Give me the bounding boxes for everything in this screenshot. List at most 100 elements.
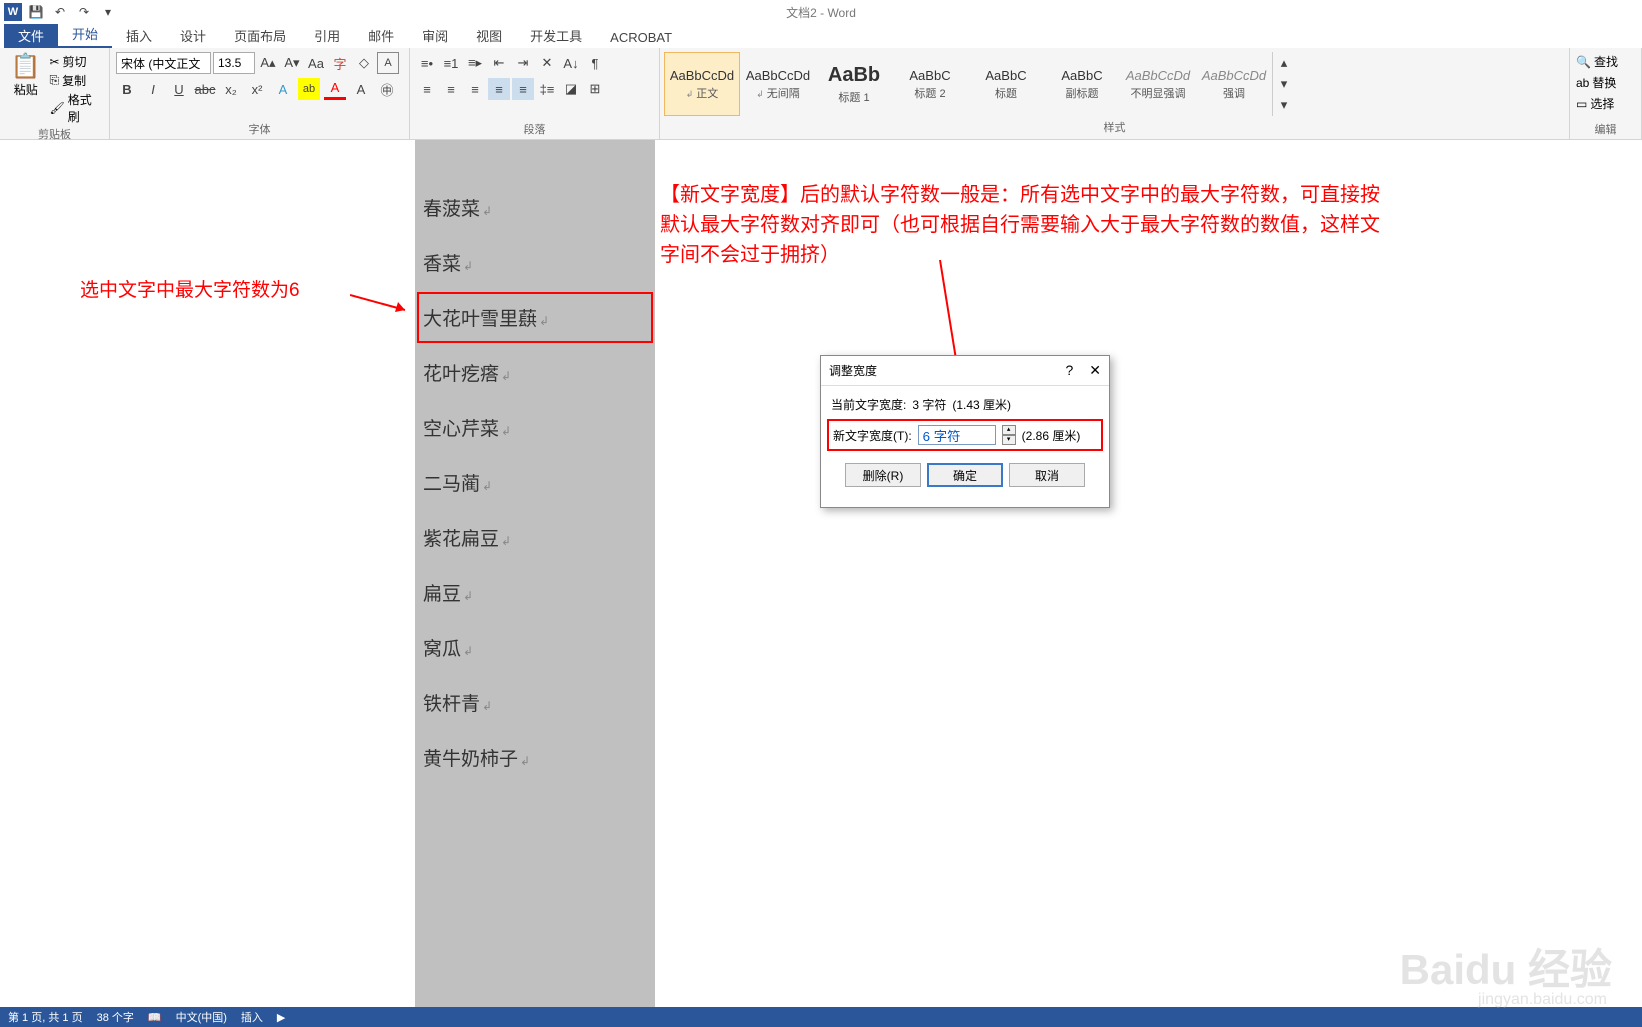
dialog-close-icon[interactable]: ✕	[1089, 362, 1101, 379]
font-color-icon[interactable]: A	[324, 78, 346, 100]
shrink-font-icon[interactable]: A▾	[281, 52, 303, 74]
styles-more-icon[interactable]: ▴	[1273, 52, 1295, 73]
change-case-icon[interactable]: Aa	[305, 52, 327, 74]
undo-icon[interactable]: ↶	[50, 2, 70, 22]
distribute-icon[interactable]: ≡	[512, 78, 534, 100]
align-left-icon[interactable]: ≡	[416, 78, 438, 100]
tab-insert[interactable]: 插入	[112, 23, 166, 48]
styles-expand-icon[interactable]: ▾	[1273, 94, 1295, 115]
spinner[interactable]: ▴▾	[1002, 425, 1016, 445]
numbering-icon[interactable]: ≡1	[440, 52, 462, 74]
tab-developer[interactable]: 开发工具	[516, 23, 596, 48]
bullets-icon[interactable]: ≡•	[416, 52, 438, 74]
align-center-icon[interactable]: ≡	[440, 78, 462, 100]
status-page[interactable]: 第 1 页, 共 1 页	[8, 1009, 83, 1025]
decrease-indent-icon[interactable]: ⇤	[488, 52, 510, 74]
bold-button[interactable]: B	[116, 78, 138, 100]
superscript-button[interactable]: x²	[246, 78, 268, 100]
align-right-icon[interactable]: ≡	[464, 78, 486, 100]
tab-review[interactable]: 审阅	[408, 23, 462, 48]
style-subtitle[interactable]: AaBbC副标题	[1044, 52, 1120, 116]
style-title[interactable]: AaBbC标题	[968, 52, 1044, 116]
style-subtle-emphasis[interactable]: AaBbCcDd不明显强调	[1120, 52, 1196, 116]
spinner-up-icon[interactable]: ▴	[1002, 425, 1016, 435]
styles-gallery[interactable]: AaBbCcDd↲ 正文 AaBbCcDd↲ 无间隔 AaBb标题 1 AaBb…	[664, 52, 1565, 116]
replace-icon: ab	[1576, 76, 1589, 90]
tab-layout[interactable]: 页面布局	[220, 23, 300, 48]
doc-line[interactable]: 扁豆↲	[415, 565, 655, 620]
new-width-input[interactable]	[918, 425, 996, 445]
tab-file[interactable]: 文件	[4, 23, 58, 48]
sort-icon[interactable]: A↓	[560, 52, 582, 74]
status-proofing-icon[interactable]: 📖	[148, 1011, 162, 1024]
tab-design[interactable]: 设计	[166, 23, 220, 48]
doc-line[interactable]: 二马蔺↲	[415, 455, 655, 510]
doc-line-highlighted[interactable]: 大花叶雪里蕻↲	[415, 290, 655, 345]
style-no-spacing[interactable]: AaBbCcDd↲ 无间隔	[740, 52, 816, 116]
cancel-button[interactable]: 取消	[1009, 463, 1085, 487]
qat-dropdown-icon[interactable]: ▾	[98, 2, 118, 22]
show-marks-icon[interactable]: ¶	[584, 52, 606, 74]
paste-icon: 📋	[11, 52, 41, 81]
status-macro-icon[interactable]: ▶	[277, 1011, 285, 1024]
tab-home[interactable]: 开始	[58, 21, 112, 48]
doc-line[interactable]: 花叶疙瘩↲	[415, 345, 655, 400]
tab-references[interactable]: 引用	[300, 23, 354, 48]
cut-button[interactable]: ✂剪切	[49, 52, 103, 71]
subscript-button[interactable]: x₂	[220, 78, 242, 100]
doc-line[interactable]: 铁杆青↲	[415, 675, 655, 730]
tab-mailings[interactable]: 邮件	[354, 23, 408, 48]
status-language[interactable]: 中文(中国)	[176, 1009, 227, 1025]
highlight-icon[interactable]: ab	[298, 78, 320, 100]
find-button[interactable]: 🔍查找	[1576, 52, 1635, 71]
redo-icon[interactable]: ↷	[74, 2, 94, 22]
char-border-icon[interactable]: A	[377, 52, 399, 74]
select-button[interactable]: ▭选择	[1576, 94, 1635, 113]
paste-button[interactable]: 📋 粘贴	[6, 52, 45, 126]
copy-button[interactable]: ⎘复制	[49, 71, 103, 90]
ok-button[interactable]: 确定	[927, 463, 1003, 487]
style-heading2[interactable]: AaBbC标题 2	[892, 52, 968, 116]
status-mode[interactable]: 插入	[241, 1009, 263, 1025]
line-spacing-icon[interactable]: ‡≡	[536, 78, 558, 100]
style-emphasis[interactable]: AaBbCcDd强调	[1196, 52, 1272, 116]
enclose-char-icon[interactable]: ㊥	[376, 78, 398, 100]
font-size-input[interactable]	[213, 52, 255, 74]
grow-font-icon[interactable]: A▴	[257, 52, 279, 74]
doc-line[interactable]: 紫花扁豆↲	[415, 510, 655, 565]
save-icon[interactable]: 💾	[26, 2, 46, 22]
styles-more-icon[interactable]: ▾	[1273, 73, 1295, 94]
replace-button[interactable]: ab替换	[1576, 73, 1635, 92]
status-words[interactable]: 38 个字	[97, 1009, 134, 1025]
dialog-titlebar[interactable]: 调整宽度 ? ✕	[821, 356, 1109, 386]
italic-button[interactable]: I	[142, 78, 164, 100]
shading-icon[interactable]: ◪	[560, 78, 582, 100]
dialog-help-icon[interactable]: ?	[1065, 362, 1073, 379]
multilevel-icon[interactable]: ≡▸	[464, 52, 486, 74]
borders-icon[interactable]: ⊞	[584, 78, 606, 100]
underline-button[interactable]: U	[168, 78, 190, 100]
doc-line[interactable]: 窝瓜↲	[415, 620, 655, 675]
format-painter-button[interactable]: 🖌格式刷	[49, 90, 103, 126]
strike-button[interactable]: abc	[194, 78, 216, 100]
phonetic-guide-icon[interactable]: 字	[329, 52, 351, 74]
clear-format-icon[interactable]: ◇	[353, 52, 375, 74]
tab-acrobat[interactable]: ACROBAT	[596, 27, 686, 48]
style-normal[interactable]: AaBbCcDd↲ 正文	[664, 52, 740, 116]
text-effects-icon[interactable]: A	[272, 78, 294, 100]
delete-button[interactable]: 删除(R)	[845, 463, 921, 487]
increase-indent-icon[interactable]: ⇥	[512, 52, 534, 74]
doc-line[interactable]: 春菠菜↲	[415, 180, 655, 235]
document-area[interactable]: 春菠菜↲ 香菜↲ 大花叶雪里蕻↲ 花叶疙瘩↲ 空心芹菜↲ 二马蔺↲ 紫花扁豆↲ …	[0, 140, 1642, 1007]
spinner-down-icon[interactable]: ▾	[1002, 435, 1016, 445]
doc-line[interactable]: 香菜↲	[415, 235, 655, 290]
font-family-input[interactable]	[116, 52, 211, 74]
ribbon-tabs: 文件 开始 插入 设计 页面布局 引用 邮件 审阅 视图 开发工具 ACROBA…	[0, 24, 1642, 48]
tab-view[interactable]: 视图	[462, 23, 516, 48]
style-heading1[interactable]: AaBb标题 1	[816, 52, 892, 116]
asian-layout-icon[interactable]: ✕	[536, 52, 558, 74]
justify-icon[interactable]: ≡	[488, 78, 510, 100]
doc-line[interactable]: 黄牛奶柿子↲	[415, 730, 655, 785]
char-shading-icon[interactable]: A	[350, 78, 372, 100]
doc-line[interactable]: 空心芹菜↲	[415, 400, 655, 455]
